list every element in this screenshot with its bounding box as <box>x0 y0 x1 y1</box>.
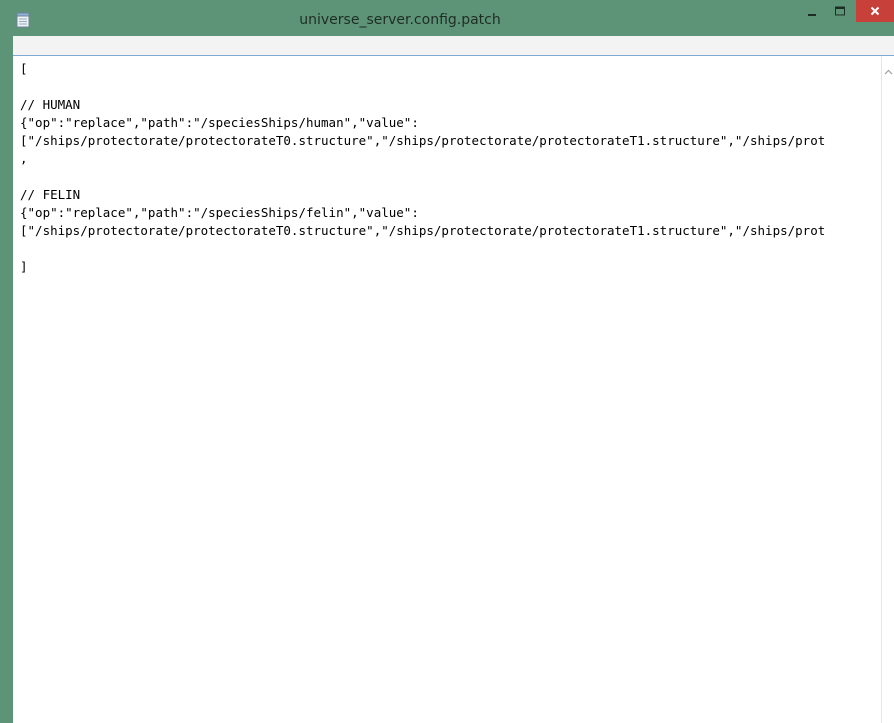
minimize-icon <box>806 2 818 21</box>
notepad-window: universe_server.config.patch [// HUMAN … <box>0 0 894 723</box>
text-editor[interactable]: [ // HUMAN {"op":"replace","path":"/spec… <box>13 56 881 723</box>
minimize-button[interactable] <box>798 0 826 22</box>
vertical-scrollbar[interactable] <box>881 56 894 723</box>
title-bar[interactable]: universe_server.config.patch <box>0 0 894 36</box>
scroll-up-arrow-icon[interactable] <box>884 62 893 75</box>
maximize-icon <box>834 2 846 21</box>
close-icon <box>869 2 881 21</box>
window-title: universe_server.config.patch <box>299 12 501 28</box>
maximize-button[interactable] <box>826 0 854 22</box>
menu-bar <box>13 36 894 56</box>
editor-text[interactable]: [ // HUMAN {"op":"replace","path":"/spec… <box>20 60 876 710</box>
close-button[interactable] <box>856 0 894 22</box>
